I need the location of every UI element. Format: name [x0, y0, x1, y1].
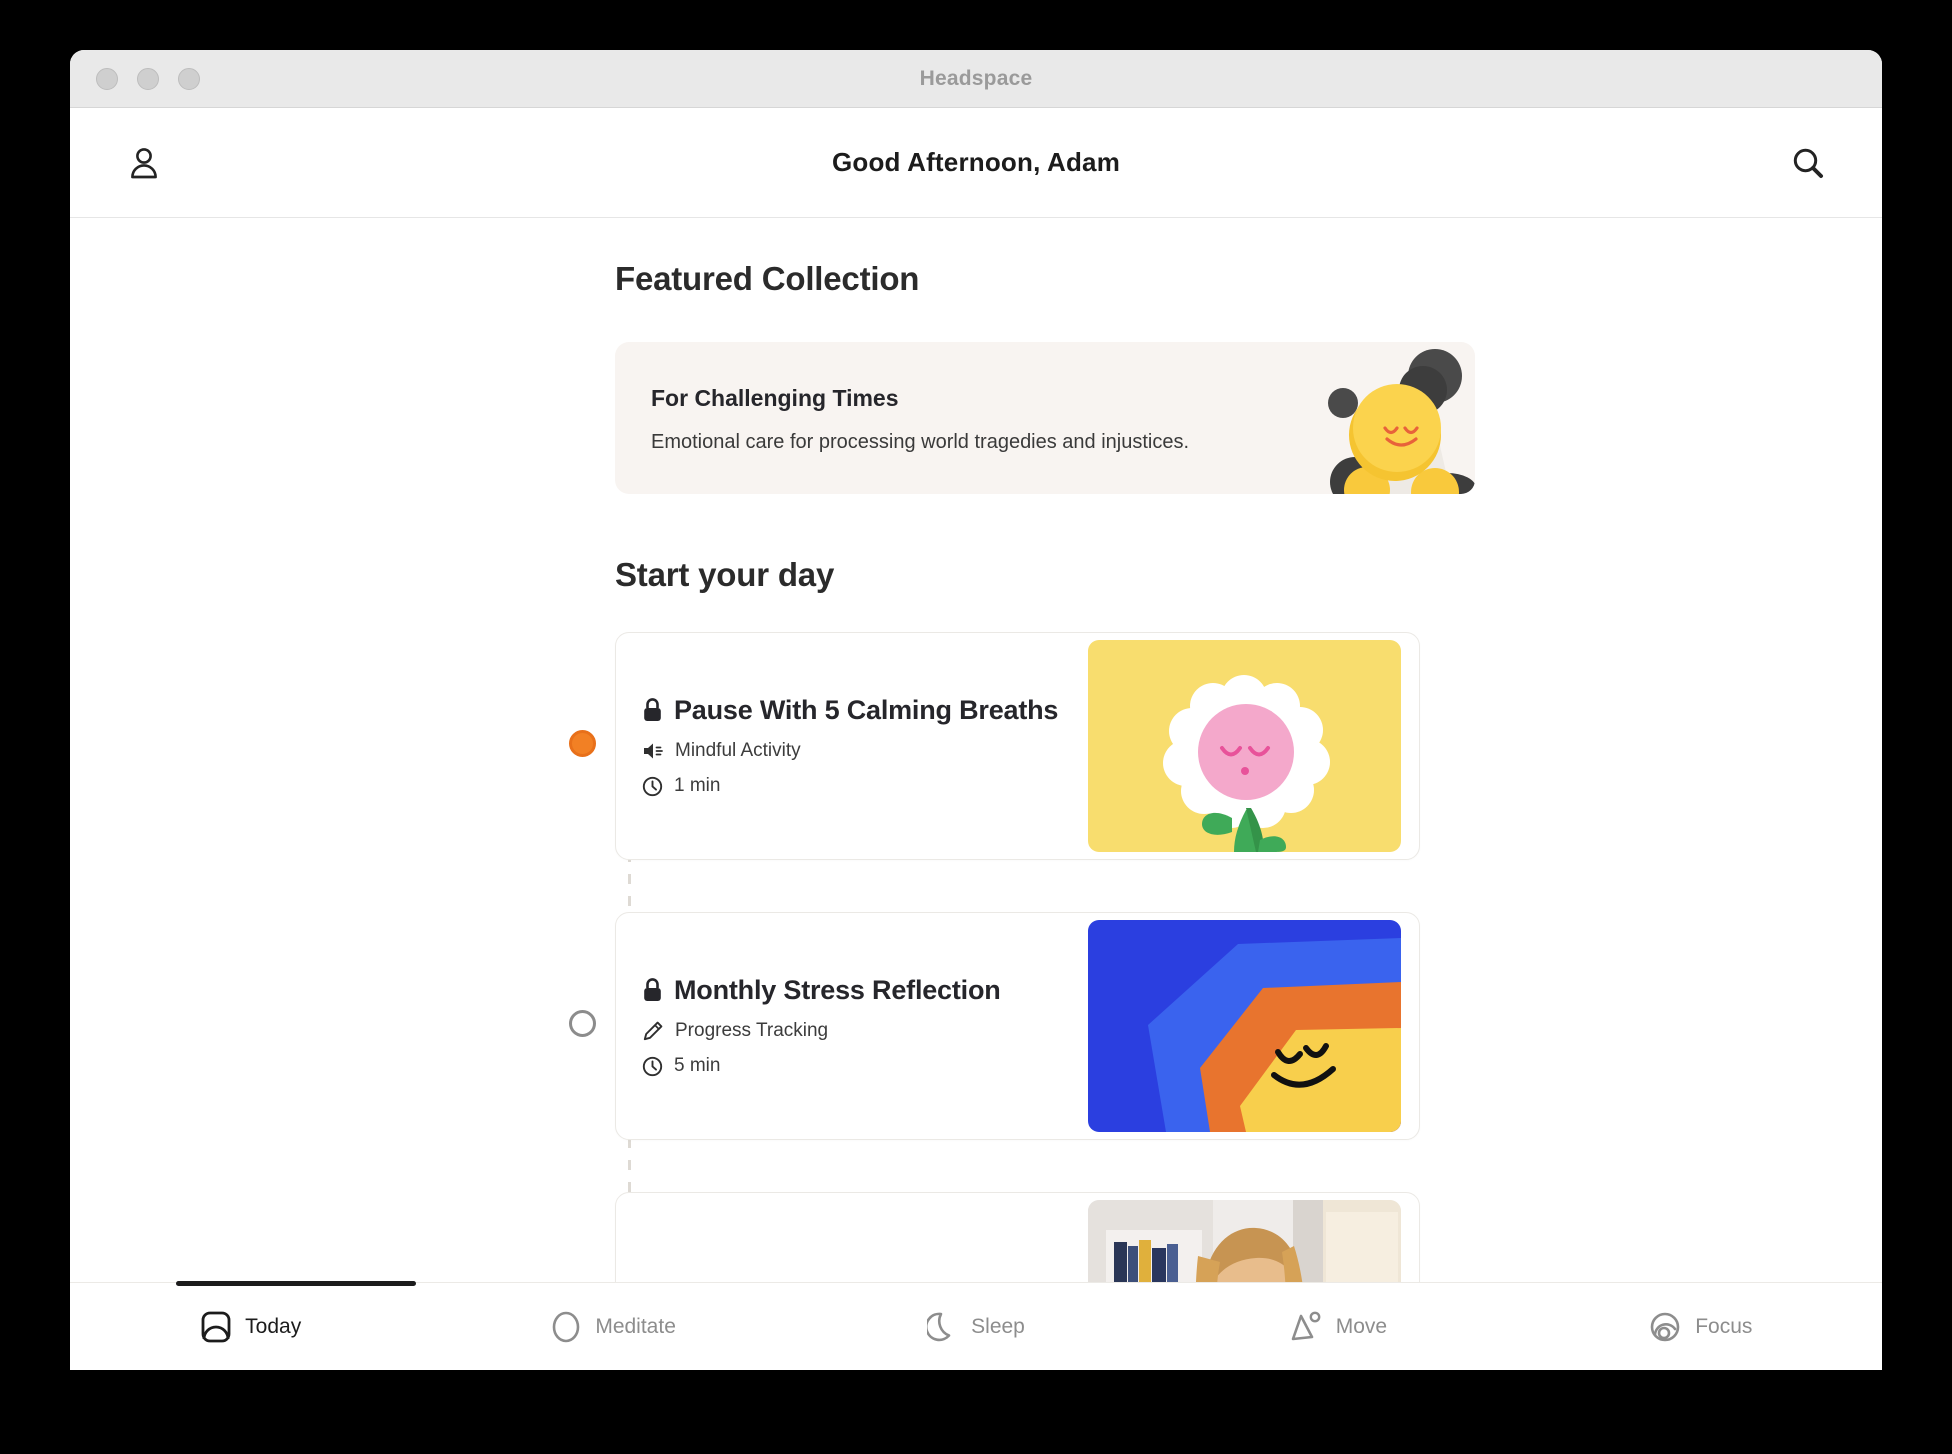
activity-duration-row: 1 min	[642, 775, 1088, 797]
activity-row: Family Troubles?	[615, 1192, 1882, 1282]
featured-card-description: Emotional care for processing world trag…	[651, 431, 1190, 453]
layered-blobs-face-illustration	[1088, 920, 1401, 1132]
speaker-icon	[644, 743, 663, 759]
scroll-content[interactable]: Featured Collection For Challenging Time…	[70, 218, 1882, 1282]
activity-title: Pause With 5 Calming Breaths	[674, 695, 1059, 725]
activity-type: Progress Tracking	[675, 1020, 829, 1041]
activity-type-row: Progress Tracking	[642, 1020, 1088, 1042]
meditate-icon	[553, 1311, 580, 1342]
nav-item-focus[interactable]: Focus	[1520, 1283, 1882, 1370]
pencil-icon	[643, 1021, 663, 1041]
clock-icon	[642, 1056, 663, 1076]
nav-label: Today	[245, 1314, 302, 1338]
headspace-buddy-illustration	[1328, 349, 1475, 494]
activity-row: Monthly Stress Reflection Progress Track…	[569, 912, 1882, 1140]
activity-title: Monthly Stress Reflection	[674, 975, 1001, 1005]
nav-item-today[interactable]: Today	[70, 1283, 432, 1370]
clock-icon	[642, 776, 663, 796]
featured-collection-heading: Featured Collection	[615, 260, 920, 297]
move-icon	[1291, 1311, 1321, 1340]
activity-card-monthly-stress-reflection[interactable]: Monthly Stress Reflection Progress Track…	[615, 912, 1420, 1140]
nav-item-sleep[interactable]: Sleep	[795, 1283, 1157, 1370]
window-title: Headspace	[919, 66, 1033, 90]
window-titlebar: Headspace	[70, 50, 1882, 108]
activity-type: Mindful Activity	[675, 740, 801, 761]
lock-icon	[644, 978, 661, 1001]
nav-label: Focus	[1695, 1314, 1753, 1338]
app-header: Good Afternoon, Adam	[70, 108, 1882, 218]
activity-duration: 5 min	[674, 1055, 721, 1076]
start-your-day-heading: Start your day	[615, 556, 835, 593]
page-title: Good Afternoon, Adam	[831, 147, 1121, 177]
focus-icon	[1650, 1312, 1680, 1341]
person-icon	[131, 147, 157, 178]
timeline-node-current[interactable]	[569, 730, 596, 757]
nav-item-move[interactable]: Move	[1157, 1283, 1519, 1370]
bottom-navigation: Today Meditate Sleep Move Focus	[70, 1281, 1882, 1370]
activity-row: Pause With 5 Calming Breaths Mindful Act…	[569, 632, 1882, 860]
app-window: Headspace Good Afternoon, Adam Featured …	[70, 50, 1882, 1370]
activity-title-row: Pause With 5 Calming Breaths	[642, 695, 1088, 726]
nav-item-meditate[interactable]: Meditate	[432, 1283, 794, 1370]
today-icon	[201, 1311, 231, 1342]
featured-card-title: For Challenging Times	[651, 385, 899, 411]
featured-collection-card[interactable]: For Challenging Times Emotional care for…	[615, 342, 1475, 494]
activity-card-pause-with-5-calming-breaths[interactable]: Pause With 5 Calming Breaths Mindful Act…	[615, 632, 1420, 860]
timeline-node-upcoming[interactable]	[569, 1010, 596, 1037]
activity-duration: 1 min	[674, 775, 721, 796]
nav-label: Meditate	[595, 1314, 676, 1338]
search-icon	[1793, 148, 1823, 178]
lock-icon	[644, 698, 661, 721]
activity-title-row: Monthly Stress Reflection	[642, 975, 1088, 1006]
activity-timeline: Pause With 5 Calming Breaths Mindful Act…	[70, 632, 1882, 1282]
moon-icon	[927, 1312, 951, 1341]
nav-label: Sleep	[971, 1314, 1025, 1338]
nav-label: Move	[1335, 1314, 1388, 1338]
activity-type-row: Mindful Activity	[642, 740, 1088, 762]
activity-thumbnail	[1088, 1200, 1401, 1282]
activity-duration-row: 5 min	[642, 1055, 1088, 1077]
profile-button[interactable]	[118, 137, 170, 189]
active-tab-indicator	[176, 1281, 416, 1286]
daisy-flower-illustration	[1088, 640, 1401, 852]
activity-card-family-troubles[interactable]: Family Troubles?	[615, 1192, 1420, 1282]
woman-video-photo	[1088, 1200, 1401, 1282]
activity-thumbnail	[1088, 640, 1401, 852]
activity-thumbnail	[1088, 920, 1401, 1132]
search-button[interactable]	[1782, 137, 1834, 189]
